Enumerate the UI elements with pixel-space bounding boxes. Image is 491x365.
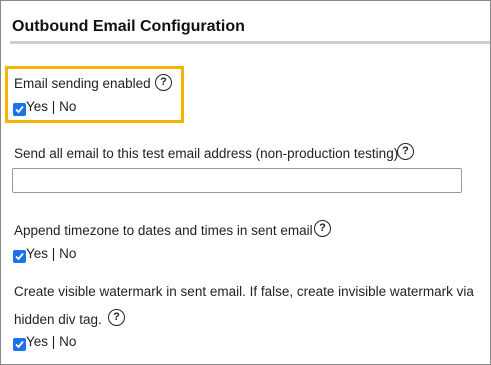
test-email-label: Send all email to this test email addres… [14, 146, 399, 161]
option-separator: | [51, 334, 56, 349]
no-option[interactable]: No [59, 334, 76, 349]
test-email-input[interactable] [12, 168, 462, 193]
checkmark-icon [15, 252, 24, 261]
email-sending-label: Email sending enabled [14, 76, 151, 91]
highlight-box [5, 66, 184, 123]
watermark-options: Yes | No [26, 334, 76, 349]
watermark-checkbox[interactable] [13, 338, 26, 351]
option-separator: | [51, 246, 56, 261]
help-icon[interactable]: ? [397, 143, 414, 160]
help-icon[interactable]: ? [108, 309, 125, 326]
append-timezone-label: Append timezone to dates and times in se… [14, 223, 313, 238]
no-option[interactable]: No [59, 246, 76, 261]
yes-option[interactable]: Yes [26, 334, 48, 349]
title-divider [10, 41, 490, 44]
section-title: Outbound Email Configuration [12, 18, 245, 35]
watermark-label-line1: Create visible watermark in sent email. … [14, 284, 474, 299]
append-timezone-checkbox[interactable] [13, 250, 26, 263]
append-timezone-options: Yes | No [26, 246, 76, 261]
email-sending-checkbox[interactable] [13, 103, 26, 116]
no-option[interactable]: No [59, 99, 76, 114]
yes-option[interactable]: Yes [26, 246, 48, 261]
checkmark-icon [15, 105, 24, 114]
help-icon[interactable]: ? [155, 74, 172, 91]
yes-option[interactable]: Yes [26, 99, 48, 114]
checkmark-icon [15, 340, 24, 349]
help-icon[interactable]: ? [314, 220, 331, 237]
email-sending-options: Yes | No [26, 99, 76, 114]
option-separator: | [51, 99, 56, 114]
watermark-label-line2: hidden div tag. [14, 312, 102, 327]
